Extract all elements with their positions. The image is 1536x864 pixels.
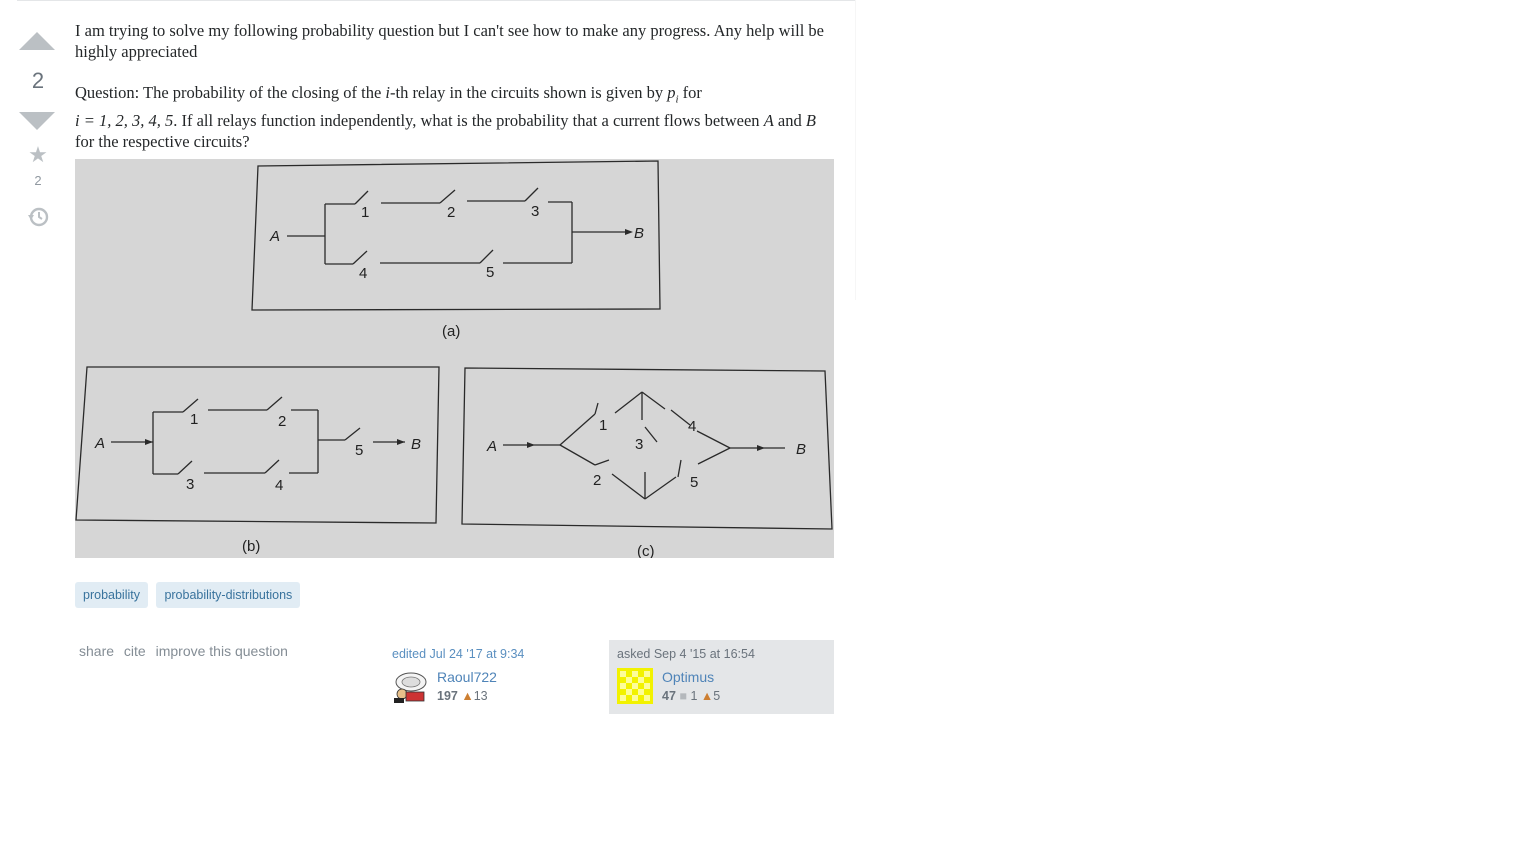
editor-rep-score: 197	[437, 689, 458, 703]
math-B: B	[805, 111, 816, 131]
identicon-icon[interactable]	[617, 668, 653, 704]
diagram-b-relay-1: 1	[190, 411, 198, 428]
question-text-part: . If all relays function independently, …	[173, 111, 764, 131]
silver-badge-icon: ■	[679, 689, 687, 703]
tag-probability-distributions[interactable]: probability-distributions	[156, 582, 301, 608]
diagram-c-relay-2: 2	[593, 472, 601, 489]
improve-question-link[interactable]: improve this question	[156, 643, 288, 659]
editor-username-link[interactable]: Raoul722	[437, 669, 497, 685]
right-divider	[855, 0, 856, 300]
question-body: I am trying to solve my following probab…	[75, 20, 835, 168]
diagram-a-label-A: A	[269, 228, 280, 245]
post-menu: share cite improve this question	[79, 643, 294, 659]
diagram-a-label-B: B	[634, 225, 644, 242]
math-A: A	[763, 111, 774, 131]
editor-reputation: 197 ▲13	[437, 689, 488, 703]
bronze-badge-icon: ▲	[700, 689, 714, 703]
asker-username-link[interactable]: Optimus	[662, 669, 714, 685]
diagram-b-relay-2: 2	[278, 413, 286, 430]
diagram-b-caption: (b)	[242, 538, 260, 555]
question-text-part: -th relay in the circuits shown is given…	[389, 83, 668, 102]
asker-bronze-count: 5	[713, 689, 721, 703]
editor-bronze-count: 13	[473, 689, 488, 703]
asker-silver-count: 1	[690, 689, 698, 703]
question-text-part: Question: The probability of the closing…	[75, 83, 386, 102]
question-text-part: for	[678, 83, 702, 102]
question-text: Question: The probability of the closing…	[75, 82, 835, 152]
math-range: i = 1, 2, 3, 4, 5	[75, 111, 174, 131]
top-divider	[17, 0, 856, 1]
avatar-icon[interactable]	[392, 668, 428, 704]
history-icon[interactable]	[27, 206, 49, 228]
tag-list: probability probability-distributions	[75, 582, 304, 608]
diagram-a-relay-1: 1	[361, 204, 369, 221]
diagram-c-relay-3: 3	[635, 436, 643, 453]
edited-timestamp-link[interactable]: edited Jul 24 '17 at 9:34	[392, 647, 524, 661]
favorite-star-icon[interactable]: ★	[17, 144, 59, 166]
bronze-badge-icon: ▲	[461, 689, 474, 703]
vote-count: 2	[31, 68, 45, 93]
asked-timestamp: asked Sep 4 '15 at 16:54	[617, 647, 755, 661]
diagram-a-caption: (a)	[442, 323, 460, 340]
diagram-b-relay-4: 4	[275, 477, 283, 494]
diagram-b-relay-5: 5	[355, 442, 363, 459]
question-intro: I am trying to solve my following probab…	[75, 21, 825, 61]
diagram-a-relay-2: 2	[447, 204, 455, 221]
downvote-arrow-icon[interactable]	[19, 112, 55, 130]
diagram-a-relay-3: 3	[531, 203, 539, 220]
diagram-a-relay-5: 5	[486, 264, 494, 281]
diagram-c-label-B: B	[796, 441, 806, 458]
diagram-b-label-B: B	[411, 436, 421, 453]
favorite-count: 2	[34, 173, 42, 188]
cite-link[interactable]: cite	[124, 643, 146, 659]
diagram-b-relay-3: 3	[186, 476, 194, 493]
tag-probability[interactable]: probability	[75, 582, 148, 608]
circuit-diagram-image: A B 1 2 3 4 5 (a) A B 1 2 3 4 5 (b) A B …	[75, 159, 834, 558]
asker-rep-score: 47	[662, 689, 676, 703]
upvote-arrow-icon[interactable]	[19, 32, 55, 50]
asked-signature: asked Sep 4 '15 at 16:54 Optimus 47 ■ 1 …	[609, 640, 834, 714]
diagram-b-label-A: A	[94, 435, 105, 452]
diagram-a-relay-4: 4	[359, 265, 367, 282]
diagram-c-relay-1: 1	[599, 417, 607, 434]
share-link[interactable]: share	[79, 643, 114, 659]
diagram-c-relay-4: 4	[688, 418, 696, 435]
diagram-c-relay-5: 5	[690, 474, 698, 491]
asker-reputation: 47 ■ 1 ▲5	[662, 689, 720, 703]
diagram-c-label-A: A	[486, 438, 497, 455]
diagram-c-caption: (c)	[637, 543, 655, 558]
question-text-part: for the respective circuits?	[75, 132, 250, 152]
question-text-part: and	[773, 111, 806, 131]
